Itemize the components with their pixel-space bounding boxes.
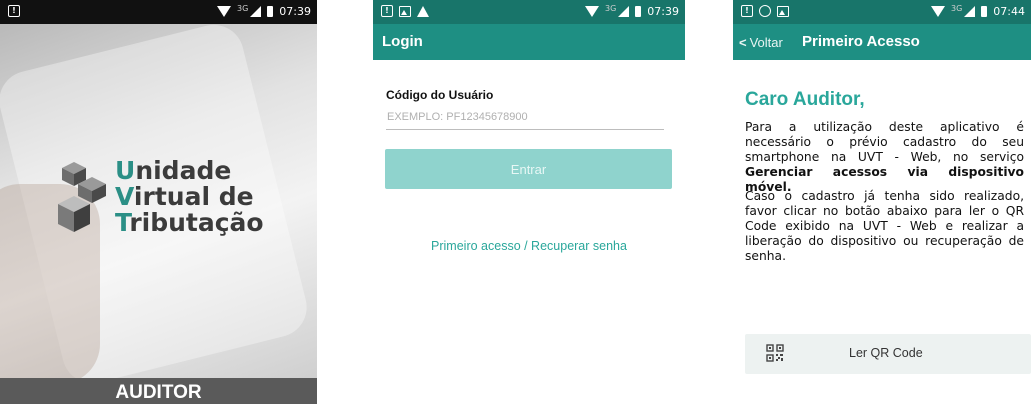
status-time: 07:39 [647,5,679,18]
chevron-left-icon: < [739,35,747,50]
qr-instructions-paragraph: Caso o cadastro já tenha sido realizado,… [745,189,1024,263]
qr-code-icon [766,344,784,362]
wifi-icon [217,6,231,17]
battery-icon [267,6,274,17]
page-title: Primeiro Acesso [802,33,920,50]
user-code-input[interactable] [386,104,664,130]
battery-icon [981,6,988,17]
hanger-notification-icon [417,5,429,17]
status-bar: ! 3G 07:39 [0,0,317,24]
notification-icon: ! [8,5,20,17]
instructions-paragraph: Para a utilização deste aplicativo é nec… [745,120,1024,194]
whatsapp-icon [759,5,771,17]
status-time: 07:39 [279,5,311,18]
login-button[interactable]: Entrar [385,149,672,189]
login-screen: ! 3G 07:39 Login Código do Usuário Entra… [373,0,685,404]
app-bar: < Voltar Primeiro Acesso [733,24,1031,60]
battery-icon [635,6,642,17]
first-access-link[interactable]: Primeiro acesso / Recuperar senha [373,239,685,253]
status-bar: ! 3G 07:39 [373,0,685,24]
first-access-screen: ! 3G 07:44 < Voltar Primeiro Acesso Caro … [733,0,1031,404]
notification-icon: ! [381,5,393,17]
notification-icon: ! [741,5,753,17]
back-button[interactable]: < Voltar [739,35,783,50]
logo-blocks-icon [58,162,106,232]
qr-button-label: Ler QR Code [849,346,923,360]
wifi-icon [585,6,599,17]
image-notification-icon [399,5,411,17]
signal-icon [964,6,976,17]
network-type: 3G [237,4,249,13]
image-notification-icon [777,5,789,17]
auditor-footer: AUDITOR [0,378,317,404]
page-title: Login [382,33,423,50]
signal-icon [250,6,262,17]
network-type: 3G [951,4,963,13]
read-qr-code-button[interactable]: Ler QR Code [745,334,1031,374]
user-code-label: Código do Usuário [386,88,494,102]
signal-icon [618,6,630,17]
app-brand-title: Unidade Virtual de Tributação [115,156,264,237]
greeting-heading: Caro Auditor, [745,89,865,110]
splash-screen: ! 3G 07:39 Unidade Virtual de Tributação… [0,0,317,404]
network-type: 3G [605,4,617,13]
status-bar: ! 3G 07:44 [733,0,1031,24]
wifi-icon [931,6,945,17]
app-bar: Login [373,24,685,60]
status-time: 07:44 [993,5,1025,18]
